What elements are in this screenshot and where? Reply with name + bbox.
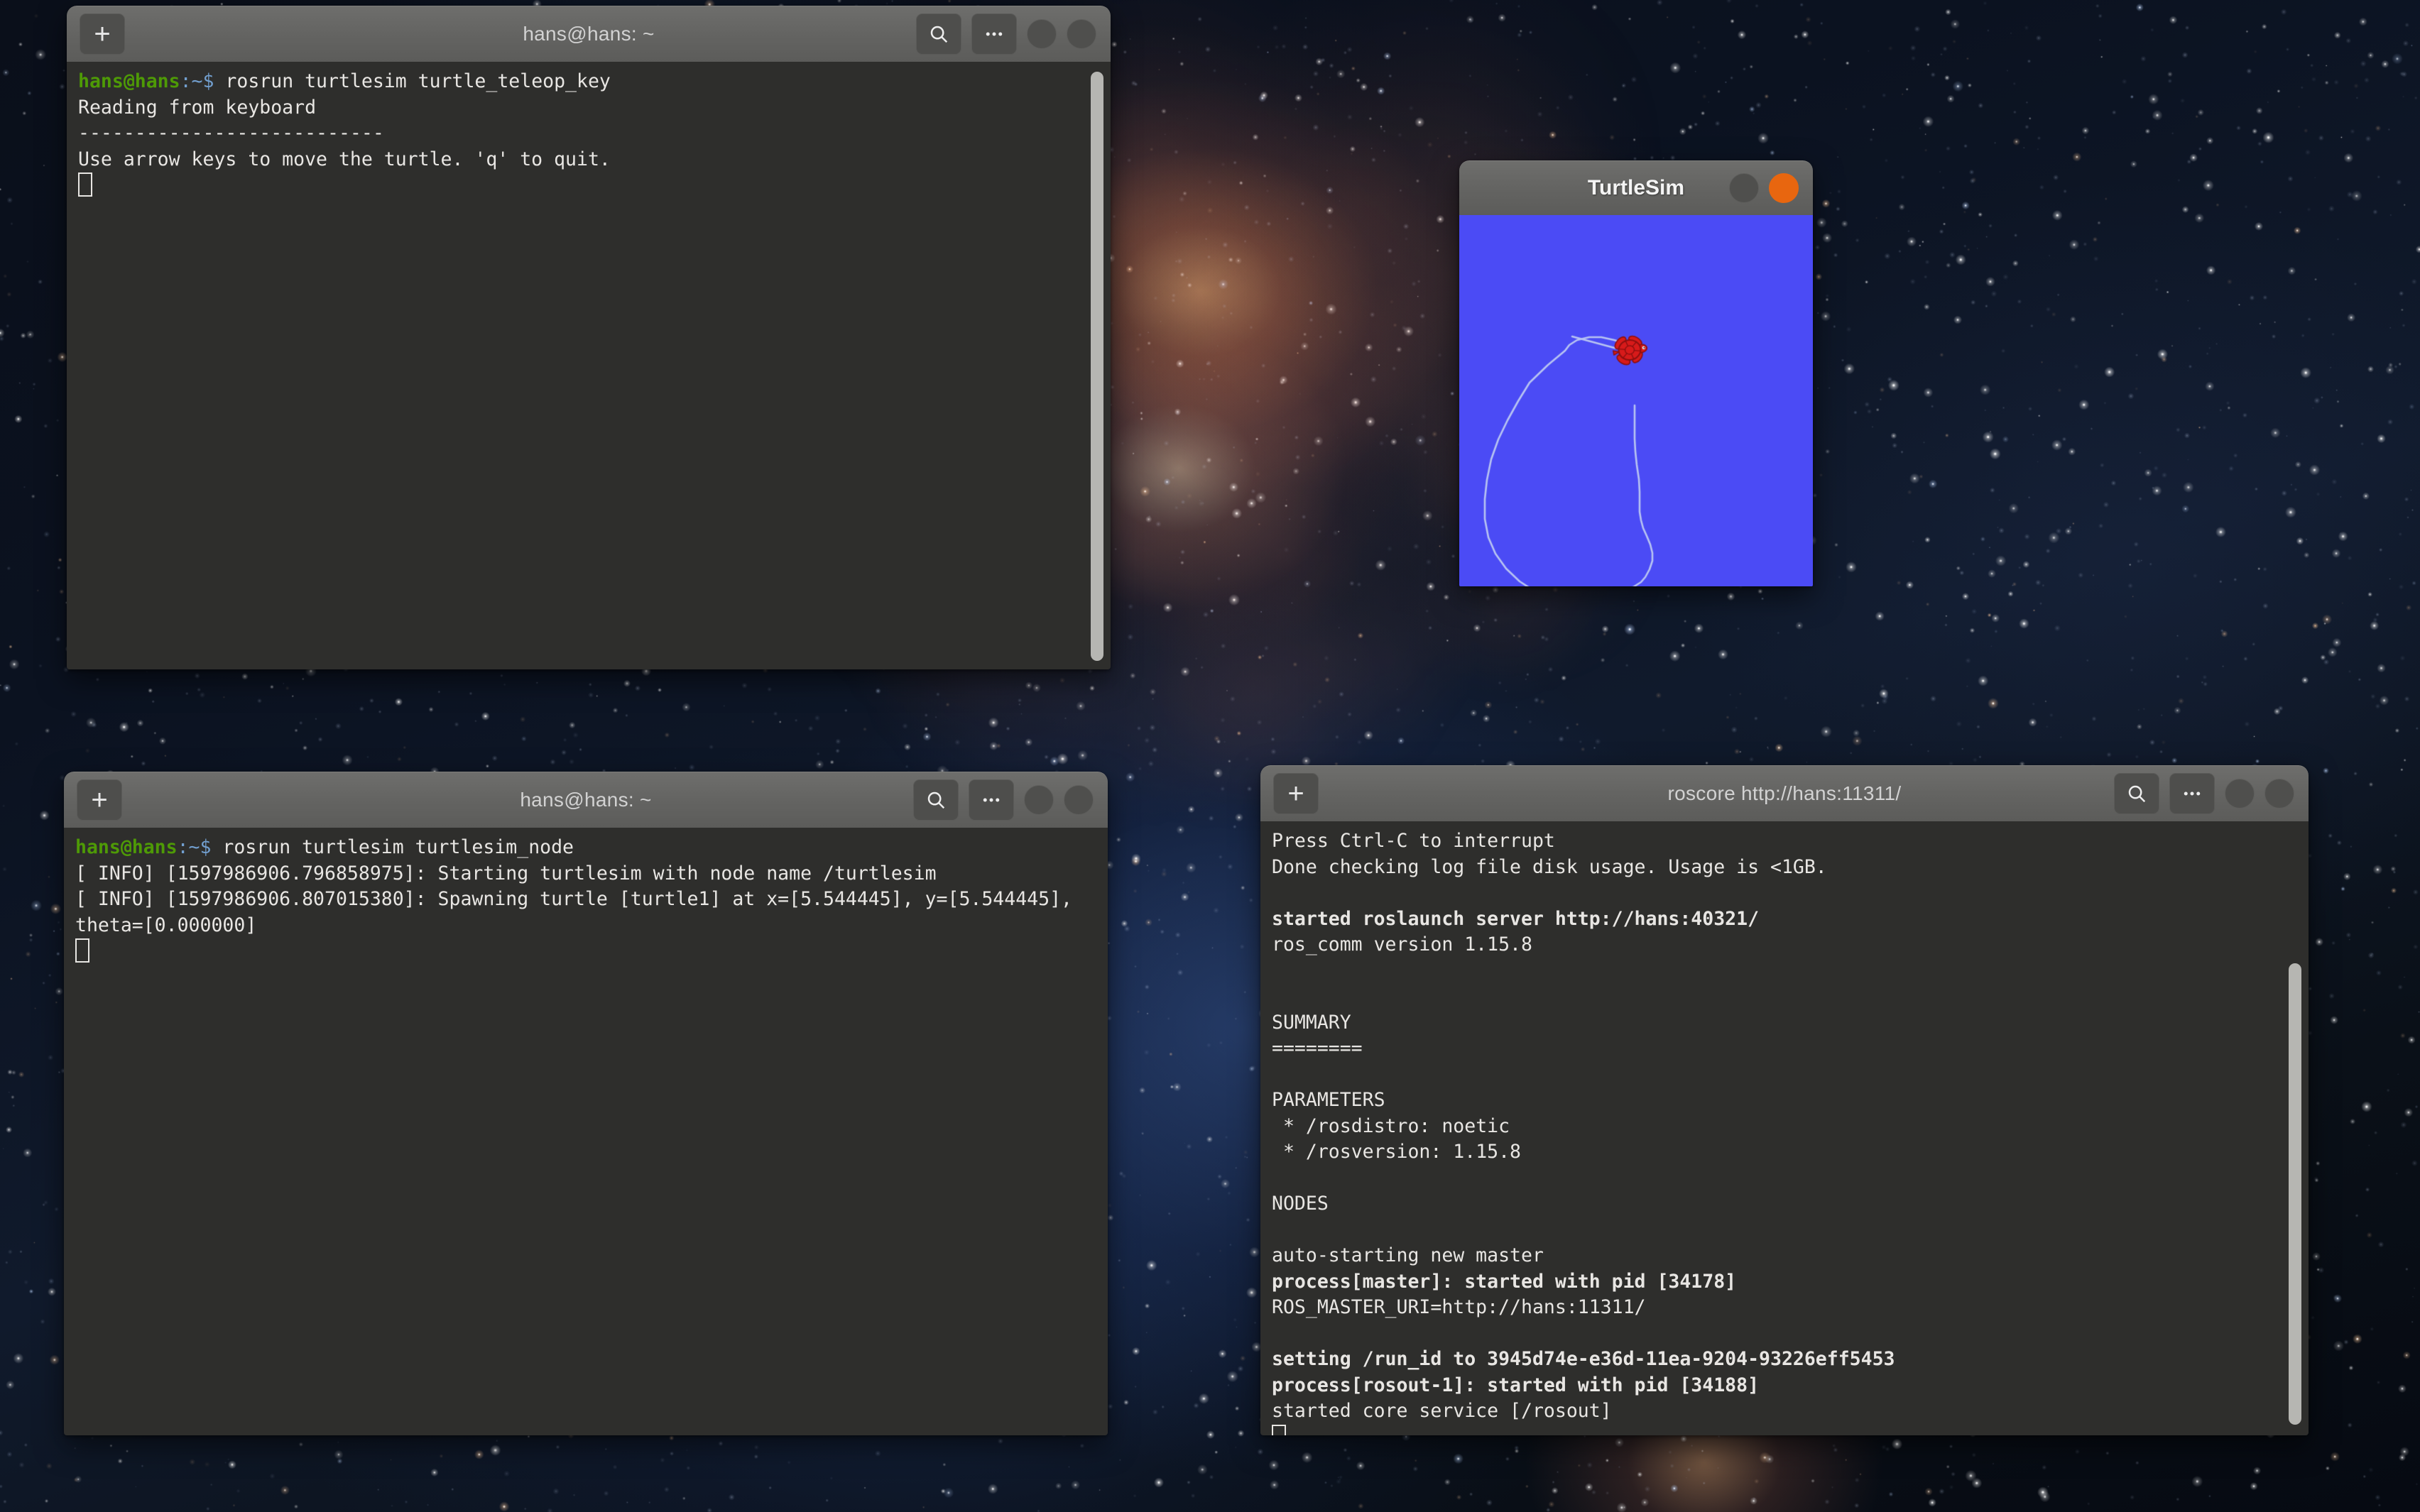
minimize-button[interactable]	[1024, 785, 1054, 815]
new-tab-button[interactable]: +	[80, 13, 125, 55]
close-button[interactable]	[1067, 19, 1096, 49]
titlebar-controls	[2114, 766, 2294, 821]
turtlesim-controls	[1729, 161, 1799, 215]
titlebar-turtlesim[interactable]: TurtleSim	[1459, 160, 1813, 215]
new-tab-button[interactable]: +	[1273, 773, 1319, 814]
close-button[interactable]	[2264, 779, 2294, 809]
overflow-menu-icon[interactable]	[969, 779, 1014, 821]
search-icon[interactable]	[2114, 773, 2159, 814]
search-icon[interactable]	[913, 779, 959, 821]
minimize-button[interactable]	[2225, 779, 2255, 809]
titlebar-controls	[916, 6, 1096, 62]
terminal-output-node: hans@hans:~$ rosrun turtlesim turtlesim_…	[64, 828, 1108, 966]
terminal-window-roscore[interactable]: + roscore http://hans:11311/ Press Ctrl-…	[1260, 765, 2309, 1435]
terminal-body-roscore[interactable]: Press Ctrl-C to interrupt Done checking …	[1260, 821, 2309, 1435]
titlebar-roscore[interactable]: + roscore http://hans:11311/	[1260, 765, 2309, 821]
close-button[interactable]	[1769, 173, 1799, 203]
terminal-window-node[interactable]: + hans@hans: ~ hans@hans:~$ rosrun turtl…	[64, 772, 1108, 1435]
minimize-button[interactable]	[1027, 19, 1057, 49]
scrollbar-roscore[interactable]	[2289, 963, 2301, 1425]
overflow-menu-icon[interactable]	[971, 13, 1017, 55]
terminal-output-teleop: hans@hans:~$ rosrun turtlesim turtle_tel…	[67, 62, 1111, 200]
terminal-window-teleop[interactable]: + hans@hans: ~ hans@hans:~$ rosrun turtl…	[67, 6, 1111, 669]
close-button[interactable]	[1064, 785, 1094, 815]
titlebar-controls	[913, 772, 1094, 828]
titlebar-teleop[interactable]: + hans@hans: ~	[67, 6, 1111, 62]
terminal-body-teleop[interactable]: hans@hans:~$ rosrun turtlesim turtle_tel…	[67, 62, 1111, 669]
turtlesim-window[interactable]: TurtleSim	[1459, 160, 1813, 586]
titlebar-node[interactable]: + hans@hans: ~	[64, 772, 1108, 828]
minimize-button[interactable]	[1729, 173, 1759, 203]
terminal-output-roscore: Press Ctrl-C to interrupt Done checking …	[1260, 821, 2309, 1435]
turtlesim-canvas[interactable]	[1459, 215, 1813, 586]
scrollbar-teleop[interactable]	[1091, 72, 1103, 661]
overflow-menu-icon[interactable]	[2169, 773, 2215, 814]
new-tab-button[interactable]: +	[77, 779, 122, 821]
search-icon[interactable]	[916, 13, 961, 55]
terminal-body-node[interactable]: hans@hans:~$ rosrun turtlesim turtlesim_…	[64, 828, 1108, 1435]
